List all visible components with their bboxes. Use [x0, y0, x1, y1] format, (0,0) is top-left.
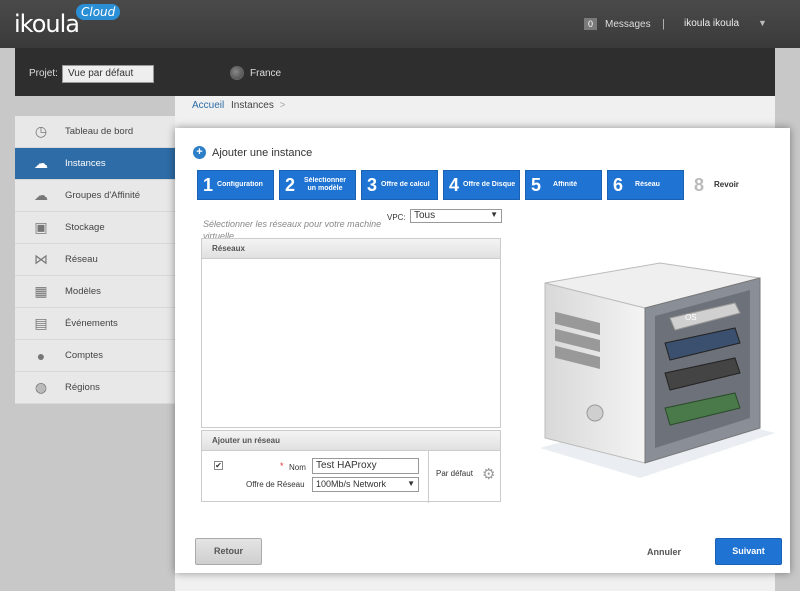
step-label: Sélectionner un modèle: [304, 177, 347, 192]
network-offer-select[interactable]: 100Mb/s Network ▼: [312, 477, 419, 492]
step-label: Réseau: [635, 181, 660, 188]
affinity-icon: ☁: [34, 187, 48, 203]
sidebar-item-label: Groupes d'Affinité: [65, 190, 141, 201]
step-label: Offre de calcul: [381, 181, 430, 188]
add-instance-dialog: + Ajouter une instance 1 Configuration 2…: [175, 128, 790, 573]
cancel-button[interactable]: Annuler: [647, 547, 681, 557]
breadcrumb-arrow: >: [279, 100, 286, 111]
sidebar-item-label: Stockage: [65, 222, 105, 233]
sidebar-item-instances[interactable]: ☁ Instances: [15, 148, 175, 180]
step-number: 3: [367, 174, 378, 195]
back-button[interactable]: Retour: [195, 538, 262, 565]
dropdown-arrow-icon: ▼: [407, 479, 415, 488]
user-icon: ●: [36, 347, 46, 364]
sidebar-item-label: Régions: [65, 382, 100, 393]
sidebar-item-label: Modèles: [65, 286, 101, 297]
dropdown-arrow-icon: ▼: [490, 210, 498, 219]
sidebar: ◷ Tableau de bord ☁ Instances ☁ Groupes …: [15, 116, 175, 404]
step-compute-offer[interactable]: 3 Offre de calcul: [361, 170, 438, 200]
sidebar-item-accounts[interactable]: ● Comptes: [15, 340, 175, 372]
user-menu[interactable]: ikoula ikoula: [684, 18, 739, 29]
step-review[interactable]: 8 Revoir: [689, 170, 759, 200]
required-marker: *: [280, 461, 284, 471]
globe-icon: ◍: [34, 379, 48, 395]
networks-list: Réseaux: [201, 238, 501, 428]
breadcrumb-current[interactable]: Instances: [231, 100, 274, 111]
step-number: 5: [531, 174, 542, 195]
vpc-select[interactable]: Tous ▼: [410, 209, 502, 223]
step-disk-offer[interactable]: 4 Offre de Disque: [443, 170, 520, 200]
project-bar: Projet: Vue par défaut France: [15, 48, 775, 96]
sidebar-item-regions[interactable]: ◍ Régions: [15, 372, 175, 404]
sidebar-item-label: Événements: [65, 318, 118, 329]
step-label: Revoir: [714, 181, 739, 189]
divider: [428, 451, 429, 503]
step-select-template[interactable]: 2 Sélectionner un modèle: [279, 170, 356, 200]
logo-text: ikoula: [14, 10, 80, 38]
step-number: 2: [285, 174, 296, 195]
network-name-input[interactable]: Test HAProxy: [312, 458, 419, 474]
step-number: 6: [613, 174, 624, 195]
zone-selector[interactable]: France: [250, 68, 281, 79]
step-number: 4: [449, 174, 460, 195]
sidebar-item-storage[interactable]: ▣ Stockage: [15, 212, 175, 244]
step-number: 8: [694, 174, 705, 195]
default-radio[interactable]: Par défaut: [436, 469, 473, 478]
step-label: Offre de Disque: [463, 181, 516, 188]
header-separator: |: [662, 18, 665, 30]
dialog-title: + Ajouter une instance: [193, 146, 312, 159]
templates-icon: ▦: [34, 283, 48, 299]
vpc-value: Tous: [414, 210, 436, 221]
logo-cloud-badge: Cloud: [76, 4, 121, 20]
plus-icon: +: [193, 146, 206, 159]
messages-count-badge: 0: [584, 18, 598, 30]
ikoula-logo[interactable]: ikoula Cloud: [14, 4, 121, 38]
network-icon: ⋈: [34, 251, 48, 267]
globe-icon: [230, 66, 244, 80]
breadcrumb-home[interactable]: Accueil: [192, 100, 224, 111]
sidebar-item-dashboard[interactable]: ◷ Tableau de bord: [15, 116, 175, 148]
add-network-panel: Ajouter un réseau ✔ * Nom Test HAProxy O…: [201, 430, 501, 503]
sidebar-item-label: Instances: [65, 158, 106, 169]
sidebar-item-label: Comptes: [65, 350, 104, 361]
server-illustration: OS: [540, 262, 775, 478]
step-network[interactable]: 6 Réseau: [607, 170, 684, 200]
sidebar-item-affinity[interactable]: ☁ Groupes d'Affinité: [15, 180, 175, 212]
network-offer-value: 100Mb/s Network: [316, 479, 387, 489]
step-configuration[interactable]: 1 Configuration: [197, 170, 274, 200]
step-label: Affinité: [553, 181, 578, 188]
project-select[interactable]: Vue par défaut: [62, 65, 154, 83]
sidebar-item-network[interactable]: ⋈ Réseau: [15, 244, 175, 276]
breadcrumb: Accueil Instances >: [192, 100, 285, 111]
step-affinity[interactable]: 5 Affinité: [525, 170, 602, 200]
add-network-checkbox[interactable]: ✔: [214, 461, 223, 470]
sidebar-item-label: Réseau: [65, 254, 98, 265]
project-label: Projet:: [29, 68, 58, 79]
networks-header: Réseaux: [202, 239, 500, 259]
top-bar: ikoula Cloud 0 Messages | ikoula ikoula …: [0, 0, 800, 48]
step-label: Configuration: [217, 181, 263, 188]
sidebar-item-templates[interactable]: ▦ Modèles: [15, 276, 175, 308]
next-button[interactable]: Suivant: [715, 538, 782, 565]
dashboard-icon: ◷: [34, 123, 48, 139]
messages-label: Messages: [605, 18, 651, 30]
name-label: Nom: [289, 463, 306, 472]
sidebar-item-events[interactable]: ▤ Événements: [15, 308, 175, 340]
caret-down-icon[interactable]: ▼: [758, 18, 767, 28]
add-network-header: Ajouter un réseau: [202, 431, 500, 451]
step-number: 1: [203, 174, 214, 195]
os-label: OS: [685, 313, 697, 322]
network-hint: Sélectionner les réseaux pour votre mach…: [203, 219, 382, 240]
gear-icon[interactable]: ⚙: [482, 465, 495, 483]
network-offer-label: Offre de Réseau: [246, 480, 305, 489]
storage-icon: ▣: [34, 219, 48, 235]
sidebar-item-label: Tableau de bord: [65, 126, 134, 137]
messages-link[interactable]: 0 Messages: [584, 18, 651, 30]
calendar-icon: ▤: [34, 315, 48, 331]
cloud-icon: ☁: [34, 155, 48, 171]
dialog-title-text: Ajouter une instance: [212, 146, 313, 159]
vpc-label: VPC:: [387, 213, 406, 222]
